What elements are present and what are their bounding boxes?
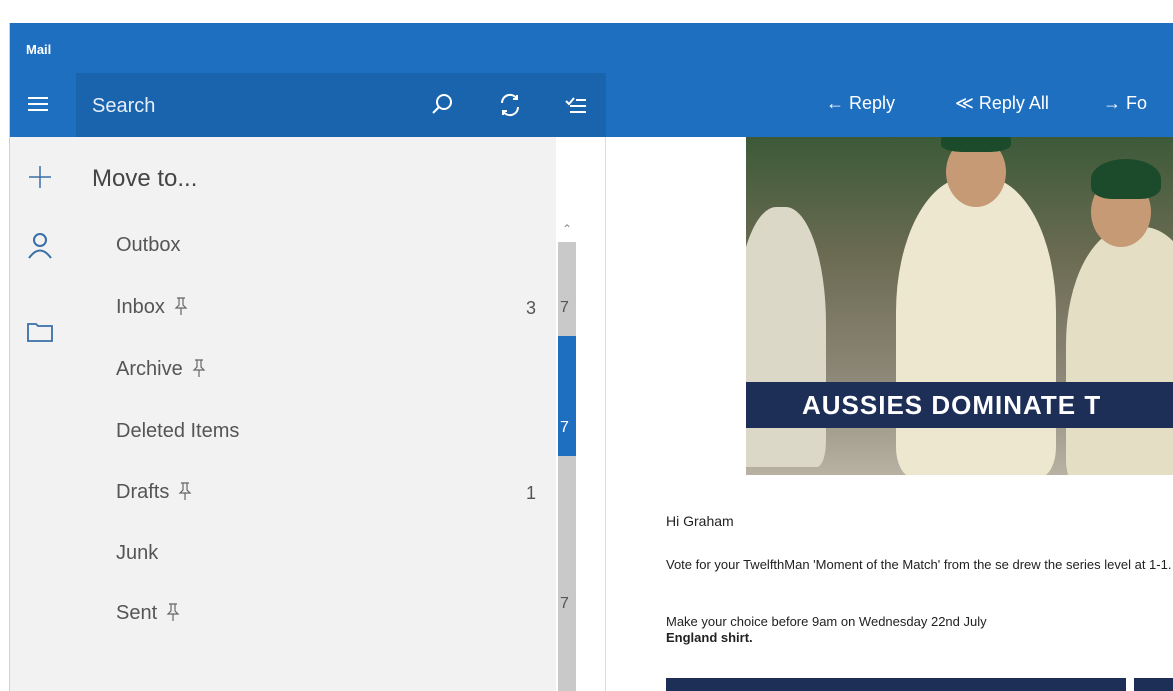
folder-icon[interactable] (24, 315, 56, 347)
pin-icon (177, 481, 193, 507)
list-item-peek: 7 (560, 299, 569, 316)
window-left-edge (0, 23, 10, 691)
folder-label: Outbox (116, 234, 181, 256)
message-list-pane: ⌃ 7 7 7 (556, 137, 606, 691)
email-paragraph: Vote for your TwelfthMan 'Moment of the … (666, 557, 1172, 572)
folder-label: Drafts (116, 481, 170, 503)
command-bar: ← Reply ≪ Reply All → Fo (10, 73, 1173, 137)
folder-item-drafts[interactable]: Drafts 1 (76, 471, 556, 515)
list-item-peek: 7 (560, 419, 569, 436)
search-icon[interactable] (426, 89, 458, 121)
folder-item-archive[interactable]: Archive (76, 348, 556, 392)
search-box (76, 73, 606, 137)
pin-icon (191, 358, 207, 384)
folder-pane: Move to... Outbox Inbox 3 Archive Delete… (76, 137, 556, 691)
title-bar: Mail (10, 23, 1173, 73)
list-item-peek: 7 (560, 595, 569, 612)
nav-rail (10, 137, 76, 691)
email-greeting: Hi Graham (666, 513, 734, 529)
pin-icon (173, 296, 189, 322)
pin-icon (165, 602, 181, 628)
move-to-heading: Move to... (92, 165, 198, 192)
folder-item-inbox[interactable]: Inbox 3 (76, 286, 556, 330)
reading-pane: AUSSIES DOMINATE T Hi Graham Vote for yo… (606, 137, 1173, 691)
scroll-up-arrow[interactable]: ⌃ (558, 217, 576, 241)
headline-banner: AUSSIES DOMINATE T (746, 382, 1173, 428)
forward-button[interactable]: → Fo (1103, 93, 1147, 114)
folder-label: Inbox (116, 296, 165, 318)
unread-count: 3 (525, 298, 536, 318)
window-top-strip (0, 0, 1173, 23)
paragraph-text: Make your choice before 9am on Wednesday… (666, 614, 987, 629)
folder-label: Sent (116, 602, 158, 624)
search-input[interactable] (90, 91, 394, 121)
reply-all-button[interactable]: ≪ Reply All (955, 93, 1049, 114)
hamburger-icon[interactable] (22, 93, 54, 117)
person-icon[interactable] (24, 229, 56, 261)
reply-button[interactable]: ← Reply (826, 93, 895, 114)
app-title: Mail (26, 42, 52, 57)
email-paragraph: Make your choice before 9am on Wednesday… (666, 614, 1173, 646)
plus-icon[interactable] (24, 161, 56, 193)
folder-label: Junk (116, 542, 159, 564)
folder-item-deleted-items[interactable]: Deleted Items (76, 410, 556, 454)
hero-image: AUSSIES DOMINATE T (746, 137, 1173, 475)
paragraph-bold-text: England shirt. (666, 630, 753, 645)
cta-button-secondary[interactable] (1134, 678, 1173, 691)
headline-text: AUSSIES DOMINATE T (802, 390, 1102, 420)
select-mode-icon[interactable] (560, 89, 592, 121)
folder-item-outbox[interactable]: Outbox (76, 224, 556, 268)
unread-count: 1 (525, 483, 536, 503)
folder-item-junk[interactable]: Junk (76, 532, 556, 576)
sync-icon[interactable] (494, 89, 526, 121)
folder-label: Archive (116, 358, 183, 380)
cta-button[interactable] (666, 678, 1126, 691)
folder-label: Deleted Items (116, 420, 240, 442)
scrollbar-thumb[interactable] (558, 336, 576, 456)
folder-item-sent[interactable]: Sent (76, 592, 556, 636)
